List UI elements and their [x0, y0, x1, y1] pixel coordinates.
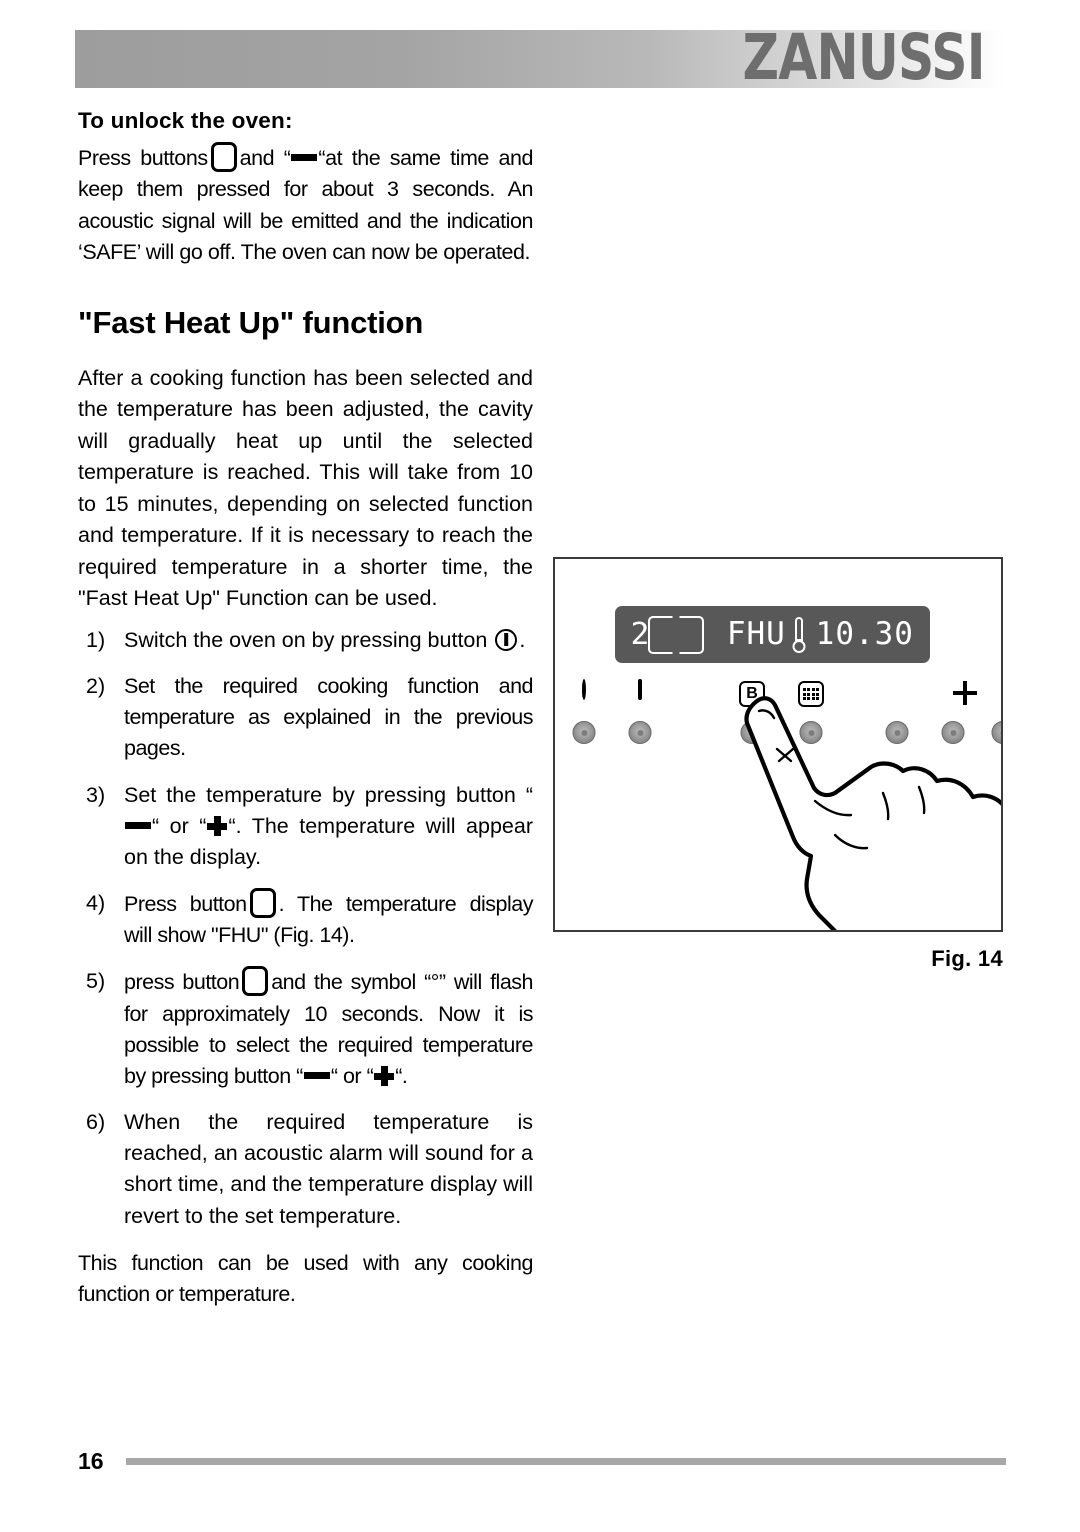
quote-open: “ — [283, 146, 291, 170]
minus-icon — [303, 1071, 330, 1079]
list-item: 2) Set the required cooking function and… — [78, 671, 534, 765]
page-footer: 16 — [78, 1448, 1006, 1475]
lcd-time: 10.30 — [815, 616, 914, 652]
closing-paragraph: This function can be used with any cooki… — [78, 1250, 533, 1306]
clock-icon — [1001, 681, 1003, 699]
list-item: 4) Press button. The temperature display… — [78, 888, 534, 951]
step-5-text-a: press button — [124, 970, 240, 995]
fast-heat-up-intro: After a cooking function has been select… — [78, 365, 533, 611]
step-text: Press button. The temperature display wi… — [124, 888, 534, 951]
step-number: 3) — [86, 782, 106, 807]
step-number: 4) — [86, 891, 106, 916]
step-number: 6) — [86, 1110, 106, 1135]
plus-icon — [374, 1065, 395, 1086]
oven-lcd-display: 2 FHU 10.30 — [615, 606, 930, 663]
unlock-oven-heading: To unlock the oven: — [78, 108, 293, 133]
lcd-time-group: 10.30 — [816, 619, 914, 650]
minus-icon — [125, 821, 151, 829]
step-4-text-a: Press button — [124, 892, 247, 917]
list-item: 6) When the required temperature is reac… — [78, 1107, 533, 1232]
unlock-text-part-2: and — [239, 146, 275, 170]
step-number: 1) — [86, 627, 106, 652]
power-icon — [495, 628, 518, 651]
step-text: press button and the symbol “°” will flas… — [124, 966, 534, 1092]
step-5-text-d: “. — [395, 1063, 408, 1088]
list-item: 3) Set the temperature by pressing butto… — [78, 780, 533, 874]
step-text: Set the required cooking function and te… — [124, 673, 534, 761]
plus-icon — [207, 815, 228, 836]
panel-button-power[interactable] — [572, 721, 596, 744]
panel-button-function[interactable] — [628, 721, 652, 744]
step-text: When the required temperature is reached… — [124, 1110, 533, 1228]
step-text: Set the temperature by pressing button “… — [124, 780, 533, 874]
lcd-mode-group: FHU — [726, 616, 811, 653]
figure-caption: Fig. 14 — [931, 946, 1003, 971]
pointing-hand-icon — [744, 696, 1001, 930]
unlock-text-part-1: Press buttons — [78, 146, 208, 170]
page-title: "Fast Heat Up" function — [78, 304, 424, 340]
rounded-square-button-icon — [242, 966, 269, 997]
rounded-square-button-icon — [249, 888, 276, 919]
step-number: 5) — [86, 969, 106, 994]
list-item: 5) press button and the symbol “°” will f… — [78, 966, 534, 1092]
oven-cavity-icon — [648, 615, 705, 654]
zanussi-logo: ZANUSSI — [742, 21, 986, 95]
power-icon — [582, 679, 586, 700]
page-number: 16 — [78, 1448, 104, 1474]
rounded-square-icon — [638, 679, 642, 700]
lcd-level-group: 2 — [631, 615, 722, 654]
step-3-text-a: Set the temperature by pressing button “ — [124, 782, 533, 807]
figure-14: 2 FHU 10.30 B Fig. 14 — [553, 557, 1003, 972]
minus-icon — [291, 154, 318, 161]
step-5-text-c: “ or “ — [330, 1063, 374, 1088]
step-3-text-b: “ or “ — [152, 813, 207, 838]
step-text: Switch the oven on by pressing button . — [124, 625, 533, 656]
step-number: 2) — [86, 673, 106, 698]
footer-rule — [125, 1458, 1006, 1465]
step-1-text-end: . — [519, 627, 526, 652]
instruction-steps-list: 1) Switch the oven on by pressing button… — [78, 625, 534, 1232]
main-text-column: To unlock the oven: Press buttons and ““a… — [78, 108, 534, 1332]
page-header-band: ZANUSSI — [75, 26, 1005, 89]
thermometer-icon — [792, 616, 806, 653]
lcd-mode-text: FHU — [726, 616, 786, 652]
list-item: 1) Switch the oven on by pressing button… — [78, 625, 533, 656]
unlock-oven-paragraph: Press buttons and ““at the same time and … — [78, 142, 533, 269]
oven-control-panel-illustration: 2 FHU 10.30 B — [553, 557, 1003, 932]
step-1-text: Switch the oven on by pressing button — [124, 627, 488, 652]
rounded-square-button-icon — [210, 142, 237, 172]
